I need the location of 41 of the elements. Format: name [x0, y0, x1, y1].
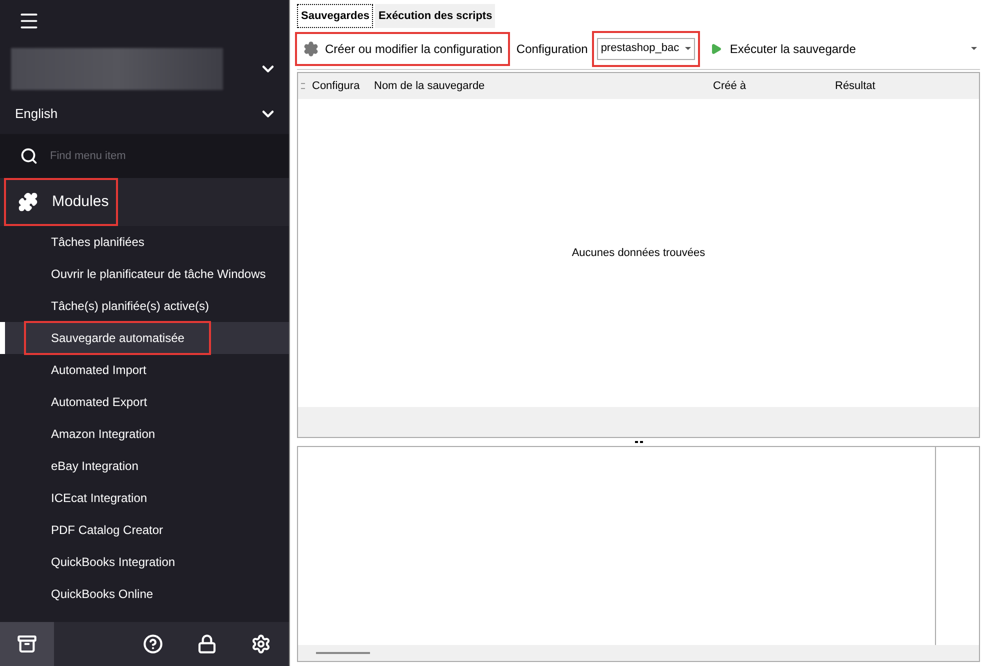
help-icon	[143, 634, 163, 654]
sidebar-item[interactable]: eBay Integration	[0, 450, 289, 482]
sidebar-item[interactable]: QuickBooks Integration	[0, 546, 289, 578]
sidebar-item[interactable]: Sauvegarde automatisée	[0, 322, 289, 354]
sidebar-item[interactable]: PDF Catalog Creator	[0, 514, 289, 546]
sidebar-item[interactable]: ICEcat Integration	[0, 482, 289, 514]
play-icon	[710, 42, 722, 54]
language-dropdown[interactable]: English	[0, 96, 289, 132]
configuration-label: Configuration	[516, 40, 588, 58]
section-label: Modules	[52, 192, 109, 212]
search-icon	[20, 147, 38, 165]
settings-icon	[251, 634, 271, 654]
create-configuration-button[interactable]: Créer ou modifier la configuration	[297, 34, 508, 64]
column-header[interactable]: Créé à	[709, 78, 831, 94]
search-input[interactable]: Find menu item	[50, 148, 250, 164]
section-header[interactable]: Modules	[0, 178, 289, 226]
blurred-account-field[interactable]	[11, 48, 223, 90]
splitter-handle-icon[interactable]	[634, 441, 642, 443]
sidebar-item[interactable]: Tâches planifiées	[0, 226, 289, 258]
gear-icon	[303, 40, 319, 56]
caret-icon[interactable]	[971, 47, 977, 50]
lock-icon	[197, 634, 217, 654]
tab[interactable]: Sauvegardes	[297, 4, 374, 28]
column-header[interactable]: Nom de la sauvegarde	[370, 78, 709, 94]
run-backup-button[interactable]: Exécuter la sauvegarde	[704, 40, 862, 58]
sidebar-item[interactable]: Automated Export	[0, 386, 289, 418]
empty-message: Aucunes données trouvées	[572, 246, 706, 261]
scrollbar-thumb[interactable]	[316, 652, 370, 654]
column-header[interactable]: Résultat	[831, 78, 911, 94]
archive-icon	[17, 634, 37, 654]
sidebar-item[interactable]: Automated Import	[0, 354, 289, 386]
caret-icon	[684, 47, 691, 50]
column-header[interactable]: Configura	[308, 78, 370, 94]
tab[interactable]: Exécution des scripts	[375, 4, 496, 28]
sidebar-item[interactable]: QuickBooks Online	[0, 578, 289, 610]
sidebar-item[interactable]: Amazon Integration	[0, 418, 289, 450]
sidebar-item[interactable]: Tâche(s) planifiée(s) active(s)	[0, 290, 289, 322]
archive-button[interactable]	[0, 622, 54, 666]
sidebar-item[interactable]: Ouvrir le planificateur de tâche Windows	[0, 258, 289, 290]
search-field[interactable]: Find menu item	[0, 134, 289, 178]
puzzle-icon	[18, 192, 38, 212]
